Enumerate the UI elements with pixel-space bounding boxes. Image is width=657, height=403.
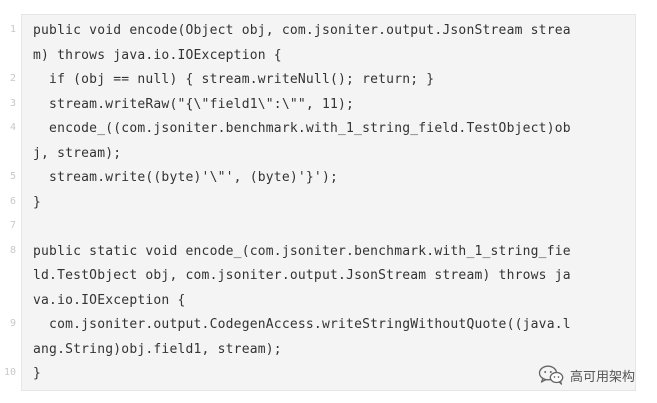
code-line: ld.TestObject obj, com.jsoniter.output.J…	[33, 268, 571, 283]
watermark: 高可用架构	[538, 365, 635, 385]
watermark-text: 高可用架构	[569, 369, 635, 385]
line-number: 2	[9, 73, 16, 84]
code-line: com.jsoniter.output.CodegenAccess.writeS…	[33, 317, 571, 332]
code-line: encode_((com.jsoniter.benchmark.with_1_s…	[33, 121, 571, 136]
line-number: 5	[9, 171, 16, 182]
code-area: public void encode(Object obj, com.jsoni…	[21, 14, 636, 391]
code-line: va.io.IOException {	[33, 292, 186, 308]
wechat-icon	[538, 365, 564, 385]
code-line: stream.write((byte)'\"', (byte)'}');	[33, 170, 339, 185]
line-number: 6	[9, 195, 16, 207]
code-line: stream.writeRaw("{\"field1\":\"", 11);	[33, 96, 355, 112]
code-block: 1 2 3 4 5 6 8 9 10 7 public void encode(…	[0, 14, 636, 391]
code-line: j, stream);	[33, 145, 122, 161]
code-line: }	[33, 194, 42, 210]
line-number: 10	[3, 367, 16, 378]
line-number: 1	[9, 24, 16, 35]
line-number: 7	[9, 220, 16, 231]
code-snippet-page: 1 2 3 4 5 6 8 9 10 7 public void encode(…	[0, 0, 657, 403]
line-number: 9	[9, 318, 16, 329]
code-line: if (obj == null) { stream.writeNull(); r…	[33, 72, 435, 87]
line-number: 4	[9, 122, 16, 133]
code-line: public void encode(Object obj, com.jsoni…	[33, 23, 571, 38]
line-number-gutter: 1 2 3 4 5 6 8 9 10 7	[0, 14, 21, 391]
code-line: public static void encode_(com.jsoniter.…	[33, 243, 571, 259]
code-line: ang.String)obj.field1, stream);	[33, 341, 282, 357]
line-number: 8	[9, 244, 16, 256]
code-line: m) throws java.io.IOException {	[33, 47, 282, 63]
line-number: 3	[9, 97, 16, 109]
